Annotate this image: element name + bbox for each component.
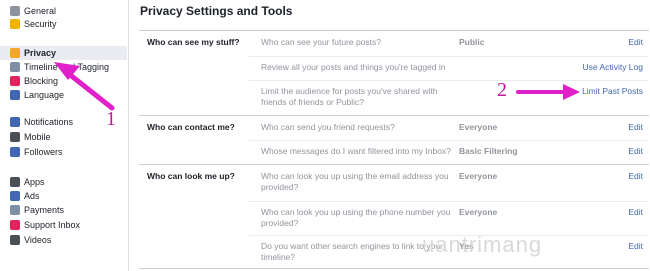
section-divider (139, 164, 649, 165)
setting-question: Who can look you up using the phone numb… (261, 207, 451, 228)
setting-use-activity-log-link[interactable]: Use Activity Log (583, 62, 643, 72)
row-divider (249, 140, 649, 141)
globe-icon (10, 90, 20, 100)
sidebar-item-ads[interactable]: Ads (0, 189, 127, 203)
row-divider (249, 201, 649, 202)
setting-value: Public (459, 37, 485, 47)
section-divider (139, 268, 649, 269)
sidebar-item-label: Timeline and Tagging (24, 62, 110, 72)
ads-icon (10, 191, 20, 201)
setting-question: Review all your posts and things you're … (261, 62, 446, 72)
payments-icon (10, 205, 20, 215)
settings-sidebar: General Security Privacy Timeline and Taggi… (0, 0, 129, 271)
annotation-number-1: 1 (106, 108, 116, 130)
sidebar-item-label: Support Inbox (24, 220, 81, 230)
setting-limit-past-posts-link[interactable]: Limit Past Posts (582, 86, 643, 96)
sidebar-item-payments[interactable]: Payments (0, 203, 127, 217)
sidebar-item-videos[interactable]: Videos (0, 233, 127, 247)
sidebar-item-followers[interactable]: Followers (0, 145, 127, 159)
followers-icon (10, 147, 20, 157)
section-label: Who can see my stuff? (147, 37, 240, 47)
section-divider (139, 30, 649, 31)
row-divider (249, 56, 649, 57)
sidebar-item-language[interactable]: Language (0, 88, 127, 102)
gear-icon (10, 6, 20, 16)
sidebar-item-label: Language (24, 90, 65, 100)
sidebar-item-privacy[interactable]: Privacy (0, 46, 127, 60)
mobile-icon (10, 132, 20, 142)
sidebar-item-label: General (24, 6, 57, 16)
sidebar-item-general[interactable]: General (0, 4, 127, 18)
sidebar-item-label: Notifications (24, 117, 74, 127)
setting-edit-link[interactable]: Edit (628, 241, 643, 251)
sidebar-item-label: Mobile (24, 132, 51, 142)
setting-value: Everyone (459, 207, 498, 217)
timeline-icon (10, 62, 20, 72)
setting-edit-link[interactable]: Edit (628, 122, 643, 132)
sidebar-item-security[interactable]: Security (0, 17, 127, 31)
sidebar-item-blocking[interactable]: Blocking (0, 74, 127, 88)
page-title: Privacy Settings and Tools (140, 4, 293, 18)
setting-edit-link[interactable]: Edit (628, 171, 643, 181)
setting-question: Who can see your future posts? (261, 37, 382, 47)
shield-icon (10, 19, 20, 29)
setting-edit-link[interactable]: Edit (628, 207, 643, 217)
blocking-icon (10, 76, 20, 86)
section-label: Who can contact me? (147, 122, 235, 132)
setting-value: Basic Filtering (459, 146, 518, 156)
section-divider (139, 115, 649, 116)
privacy-settings-panel: Privacy Settings and Tools Who can see m… (129, 0, 650, 271)
setting-edit-link[interactable]: Edit (628, 146, 643, 156)
setting-question: Whose messages do I want filtered into m… (261, 146, 451, 156)
sidebar-item-label: Videos (24, 235, 52, 245)
setting-value: Everyone (459, 171, 498, 181)
setting-edit-link[interactable]: Edit (628, 37, 643, 47)
sidebar-item-timeline-and-tagging[interactable]: Timeline and Tagging (0, 60, 127, 74)
videos-icon (10, 235, 20, 245)
apps-icon (10, 177, 20, 187)
sidebar-item-apps[interactable]: Apps (0, 175, 127, 189)
setting-question: Who can look you up using the email addr… (261, 171, 449, 192)
sidebar-item-label: Privacy (24, 48, 57, 58)
section-label: Who can look me up? (147, 171, 235, 181)
annotation-number-2: 2 (497, 79, 507, 101)
sidebar-item-label: Followers (24, 147, 63, 157)
sidebar-item-support-inbox[interactable]: Support Inbox (0, 218, 127, 232)
sidebar-item-label: Security (24, 19, 57, 29)
sidebar-item-label: Blocking (24, 76, 59, 86)
globe-notification-icon (10, 117, 20, 127)
privacy-lock-icon (10, 48, 20, 58)
sidebar-item-label: Ads (24, 191, 40, 201)
setting-question: Who can send you friend requests? (261, 122, 395, 132)
sidebar-item-label: Apps (24, 177, 45, 187)
setting-question: Limit the audience for posts you've shar… (261, 86, 438, 107)
support-icon (10, 220, 20, 230)
setting-value: Everyone (459, 122, 498, 132)
sidebar-item-mobile[interactable]: Mobile (0, 130, 127, 144)
sidebar-item-label: Payments (24, 205, 65, 215)
row-divider (249, 80, 649, 81)
watermark: uantrimang (422, 232, 543, 257)
